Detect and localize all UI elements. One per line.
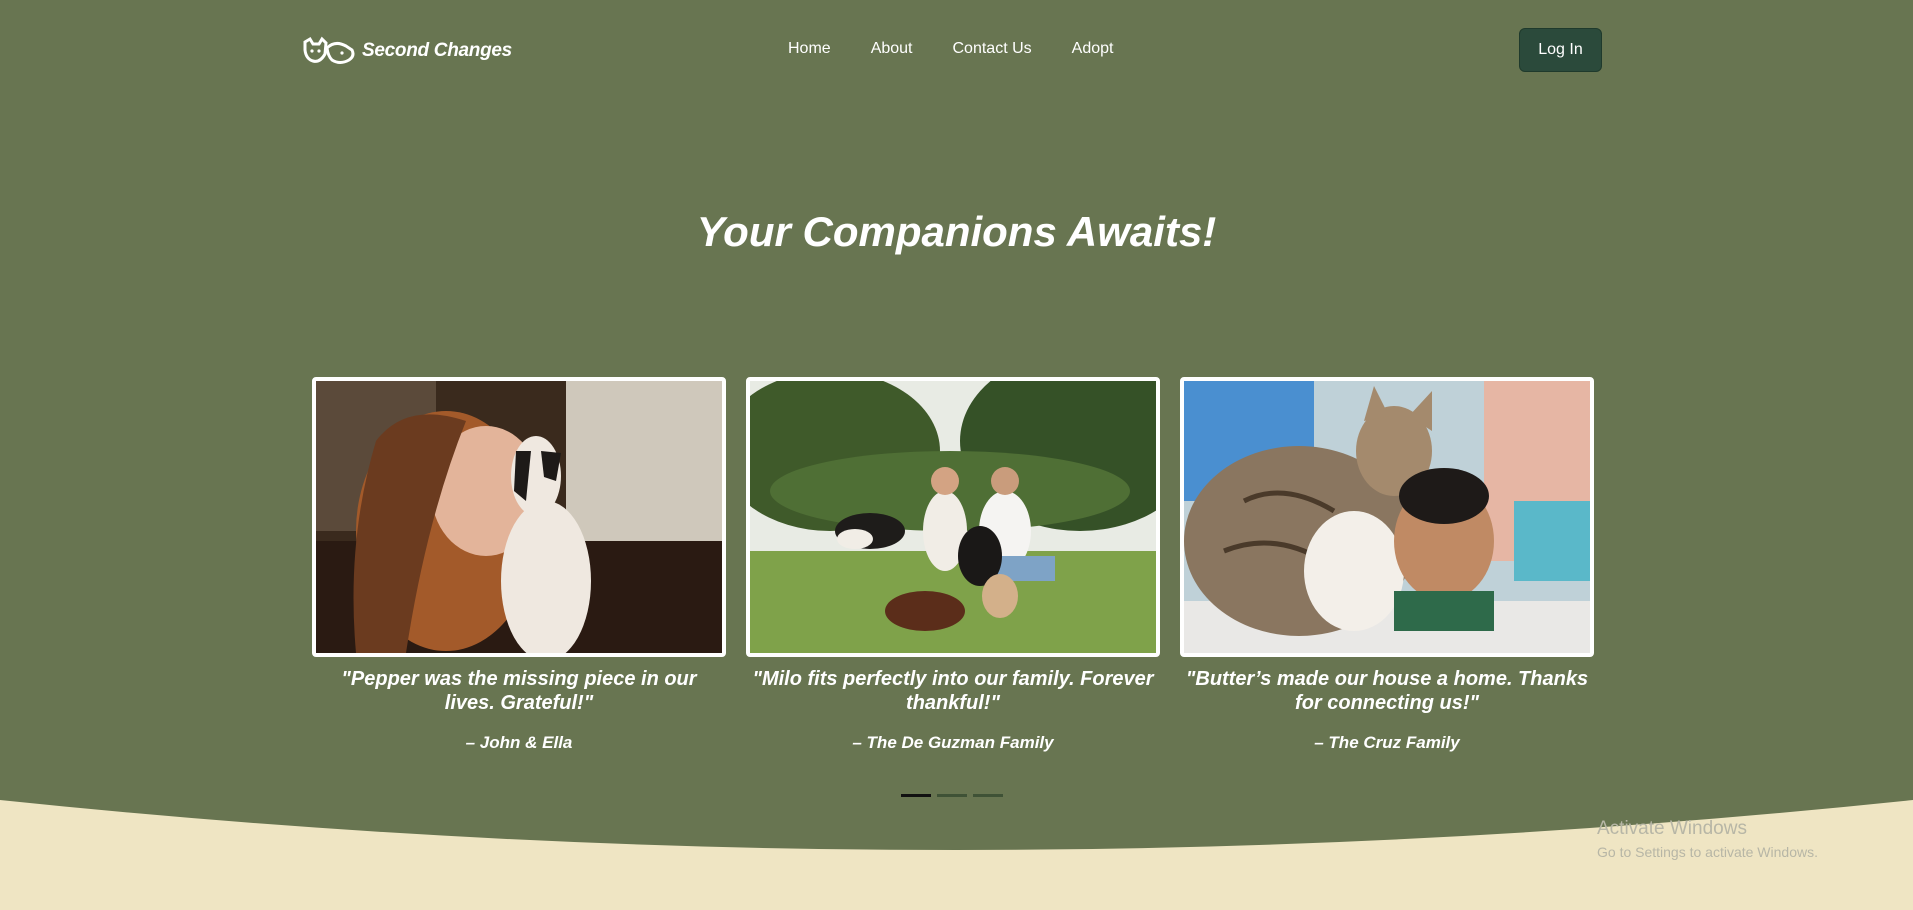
nav-link-home[interactable]: Home [788,40,831,58]
carousel-dot[interactable] [901,794,931,797]
carousel-indicators [901,794,1003,797]
cat-dog-logo-icon [303,36,355,64]
login-button[interactable]: Log In [1519,28,1602,72]
testimonial-card: "Pepper was the missing piece in our liv… [312,377,726,753]
couple-with-dogs-photo [746,377,1160,657]
nav-link-about[interactable]: About [871,40,913,58]
testimonial-author: – John & Ella [465,733,573,752]
boy-with-cat-photo [1180,377,1594,657]
activate-windows-subtitle: Go to Settings to activate Windows. [1597,844,1818,860]
testimonial-quote: "Milo fits perfectly into our family. Fo… [752,668,1154,714]
testimonial-card: "Milo fits perfectly into our family. Fo… [746,377,1160,753]
nav-link-adopt[interactable]: Adopt [1072,40,1114,58]
carousel-dot[interactable] [973,794,1003,797]
carousel-dot[interactable] [937,794,967,797]
testimonial-author: – The De Guzman Family [852,733,1054,752]
testimonial-quote: "Butter’s made our house a home. Thanks … [1185,668,1589,714]
brand-logo[interactable]: Second Changes [302,36,512,66]
nav-links: Home About Contact Us Adopt [788,40,1113,58]
testimonial-quote: "Pepper was the missing piece in our liv… [341,668,697,714]
testimonial-carousel: "Pepper was the missing piece in our liv… [312,377,1594,753]
activate-windows-title: Activate Windows [1597,818,1747,839]
top-navbar: Second Changes Home About Contact Us Ado… [0,0,1913,100]
testimonial-card: "Butter’s made our house a home. Thanks … [1180,377,1594,753]
brand-name: Second Changes [362,40,512,61]
woman-kissing-dog-photo [312,377,726,657]
nav-link-contact-us[interactable]: Contact Us [953,40,1032,58]
testimonial-author: – The Cruz Family [1314,733,1460,752]
hero-title: Your Companions Awaits! [696,208,1217,255]
